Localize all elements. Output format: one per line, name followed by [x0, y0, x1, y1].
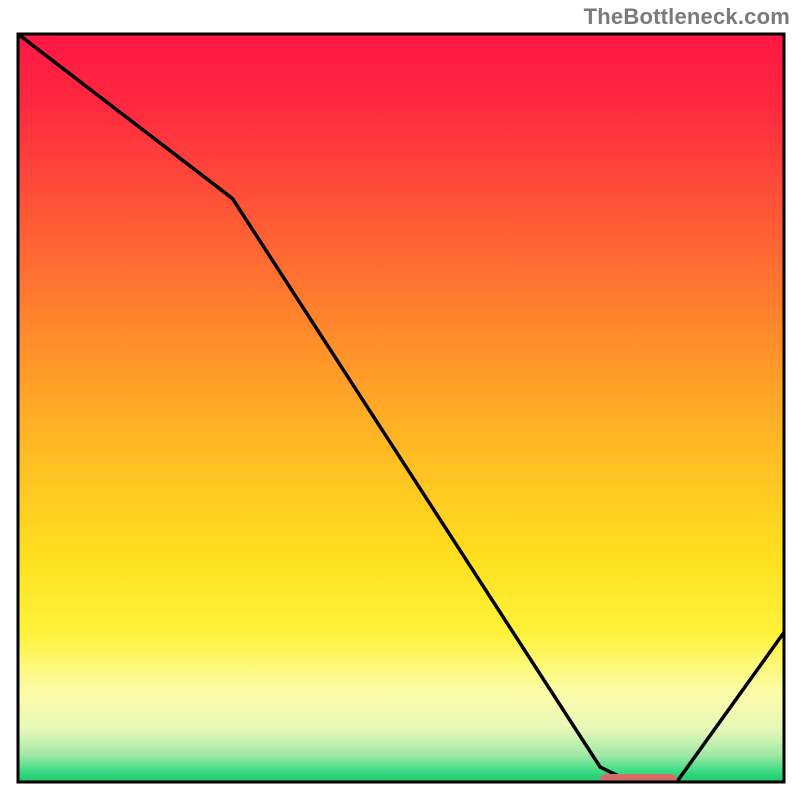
chart-stage: TheBottleneck.com — [0, 0, 800, 800]
plot-area — [18, 34, 784, 788]
gradient-background — [18, 34, 784, 782]
watermark-text: TheBottleneck.com — [584, 4, 790, 30]
bottleneck-chart — [0, 0, 800, 800]
